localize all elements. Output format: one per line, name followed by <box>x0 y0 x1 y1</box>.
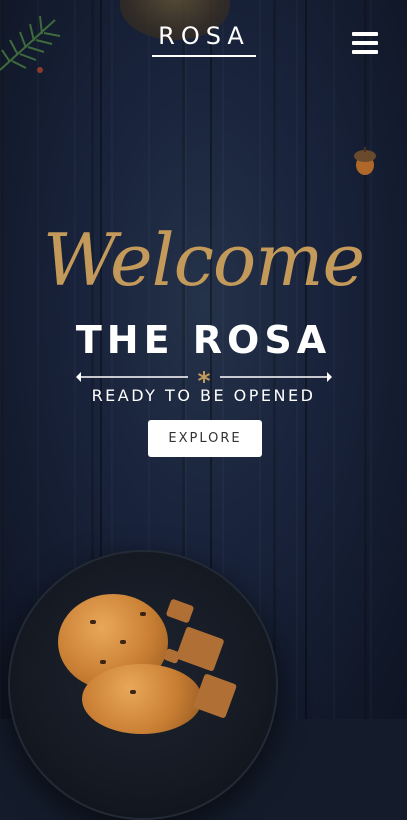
hamburger-menu-icon[interactable] <box>352 32 378 54</box>
asterisk-icon <box>198 371 210 383</box>
ornamental-divider <box>76 371 332 383</box>
welcome-script-heading: Welcome <box>42 218 365 302</box>
explore-button[interactable]: EXPLORE <box>148 420 262 457</box>
cookie-image <box>82 664 202 734</box>
hero-subtitle: READY TO BE OPENED <box>91 386 316 405</box>
logo-underline <box>152 55 256 57</box>
pine-branch-image <box>0 15 61 73</box>
acorn-image <box>354 147 376 175</box>
hero-title: THE ROSA <box>75 318 332 362</box>
logo-text[interactable]: ROSA <box>152 22 256 50</box>
